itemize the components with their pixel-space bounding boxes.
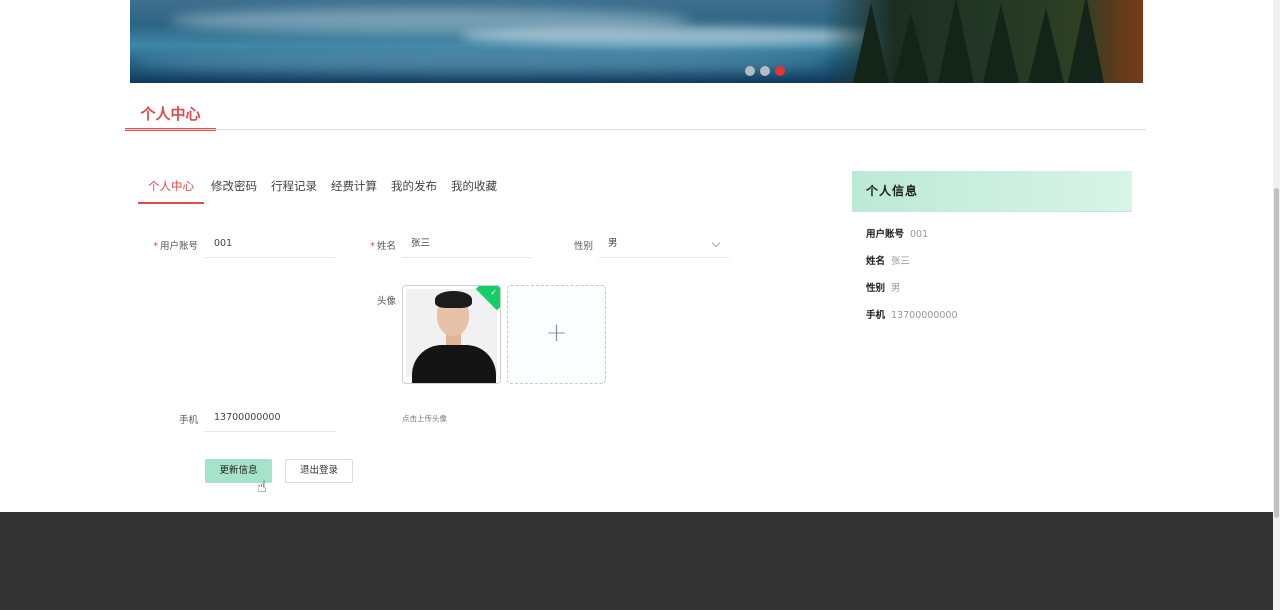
gender-select[interactable]: 男 xyxy=(599,230,729,258)
profile-row-account: 用户账号 001 xyxy=(866,226,928,240)
profile-row-phone: 手机 13700000000 xyxy=(866,307,958,321)
name-input[interactable]: 张三 xyxy=(402,230,532,258)
banner-trees xyxy=(823,0,1143,83)
chevron-down-icon xyxy=(711,238,721,248)
tab-expense-calculation[interactable]: 经费计算 xyxy=(324,176,384,204)
profile-card-title: 个人信息 xyxy=(852,171,1132,212)
tree-shape xyxy=(1068,0,1104,83)
photo-hair-shape xyxy=(435,291,472,308)
check-icon: ✓ xyxy=(490,288,497,297)
vertical-scrollbar[interactable] xyxy=(1273,0,1280,610)
page-footer xyxy=(0,512,1273,610)
account-label: * 用户账号 xyxy=(150,238,198,252)
profile-value: 张三 xyxy=(891,256,911,267)
profile-key: 用户账号 xyxy=(866,229,905,240)
hand-cursor-icon: ☝ xyxy=(257,477,267,496)
tab-my-posts[interactable]: 我的发布 xyxy=(384,176,444,204)
section-divider xyxy=(125,129,1146,130)
tab-my-favorites[interactable]: 我的收藏 xyxy=(444,176,504,204)
account-label-text: 用户账号 xyxy=(159,241,198,252)
tree-shape xyxy=(983,3,1019,83)
tab-change-password[interactable]: 修改密码 xyxy=(204,176,264,204)
tab-trip-records[interactable]: 行程记录 xyxy=(264,176,324,204)
photo-body-shape xyxy=(412,345,496,383)
tree-shape xyxy=(1028,8,1064,83)
tab-personal-center[interactable]: 个人中心 xyxy=(138,176,204,204)
banner-cloud xyxy=(460,26,880,46)
profile-key: 姓名 xyxy=(866,256,886,267)
avatar-upload-button[interactable]: + xyxy=(507,285,606,384)
name-label-text: 姓名 xyxy=(376,241,396,252)
tree-shape xyxy=(938,0,974,83)
profile-value: 001 xyxy=(910,229,929,240)
section-title: 个人中心 xyxy=(125,98,216,131)
upload-hint: 点击上传头像 xyxy=(402,414,447,423)
profile-row-gender: 性别男 xyxy=(866,280,901,294)
required-mark: * xyxy=(153,241,158,252)
profile-value: 男 xyxy=(891,283,901,294)
carousel-dot-1[interactable] xyxy=(745,66,755,76)
page: 个人中心 个人中心 修改密码 行程记录 经费计算 我的发布 我的收藏 * 用户账号… xyxy=(0,0,1280,610)
banner-cloud xyxy=(130,52,830,74)
avatar-thumbnail[interactable]: ✓ xyxy=(402,285,501,384)
tree-shape xyxy=(853,3,889,83)
profile-value: 13700000000 xyxy=(891,310,958,321)
gender-select-value: 男 xyxy=(608,238,618,249)
required-mark: * xyxy=(370,241,375,252)
name-label: * 姓名 xyxy=(360,238,396,252)
logout-button[interactable]: 退出登录 xyxy=(285,459,353,483)
plus-icon: + xyxy=(545,318,568,348)
profile-row-name: 姓名 张三 xyxy=(866,253,910,267)
tree-shape xyxy=(893,13,929,83)
carousel-indicators xyxy=(745,66,785,76)
gender-label: 性别 xyxy=(573,241,593,252)
carousel-dot-3[interactable] xyxy=(775,66,785,76)
profile-key: 性别 xyxy=(866,283,886,294)
profile-key: 手机 xyxy=(866,310,886,321)
avatar-photo xyxy=(406,289,497,383)
carousel-dot-2[interactable] xyxy=(760,66,770,76)
scrollbar-thumb[interactable] xyxy=(1274,188,1279,518)
banner-carousel[interactable] xyxy=(130,0,1143,83)
phone-label: 手机 xyxy=(178,415,198,426)
phone-input[interactable]: 13700000000 xyxy=(205,404,335,432)
account-input[interactable]: 001 xyxy=(205,230,335,258)
avatar-label: 头像 xyxy=(376,296,396,307)
tab-bar: 个人中心 修改密码 行程记录 经费计算 我的发布 我的收藏 xyxy=(138,176,504,204)
